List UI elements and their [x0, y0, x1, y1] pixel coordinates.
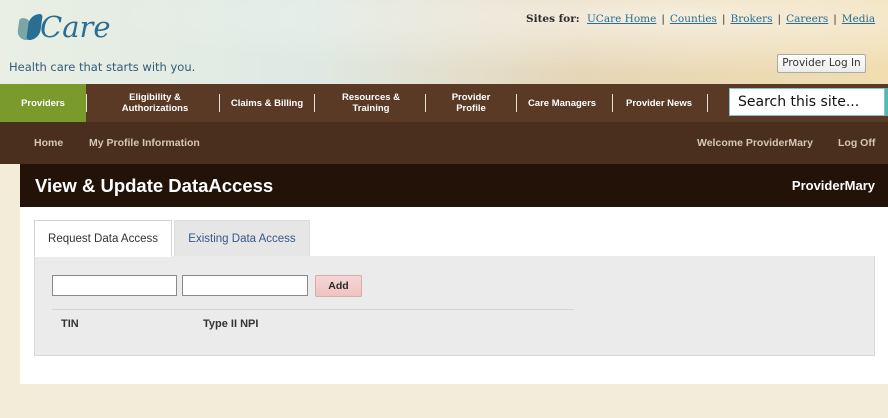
nav-providers[interactable]: Providers: [0, 84, 86, 122]
ucare-logo[interactable]: Care: [16, 10, 111, 44]
column-header-npi: Type II NPI: [203, 318, 259, 330]
user-name: ProviderMary: [791, 178, 875, 193]
link-media[interactable]: Media: [842, 13, 875, 25]
link-counties[interactable]: Counties: [670, 13, 717, 25]
nav-provider-profile[interactable]: Provider Profile: [436, 84, 506, 122]
nav-eligibility[interactable]: Eligibility & Authorizations: [100, 84, 210, 122]
welcome-text: Welcome ProviderMary: [697, 137, 813, 149]
form-divider: [52, 309, 574, 310]
nav-care-managers[interactable]: Care Managers: [526, 84, 598, 122]
sub-nav: Home My Profile Information Welcome Prov…: [0, 122, 888, 164]
subnav-my-profile[interactable]: My Profile Information: [89, 137, 200, 149]
subnav-home[interactable]: Home: [34, 137, 63, 149]
provider-login-button[interactable]: Provider Log In: [777, 54, 866, 73]
tab-existing-data-access[interactable]: Existing Data Access: [174, 220, 310, 257]
logo-mark-icon: [16, 12, 43, 40]
logo-text: Care: [40, 10, 111, 44]
tagline: Health care that starts with you.: [9, 60, 196, 74]
npi-input[interactable]: [182, 275, 308, 296]
nav-claims[interactable]: Claims & Billing: [230, 84, 304, 122]
tin-input[interactable]: [52, 275, 177, 296]
page-title: View & Update DataAccess: [35, 175, 274, 196]
tab-request-data-access[interactable]: Request Data Access: [34, 220, 172, 257]
log-off-link[interactable]: Log Off: [838, 137, 875, 149]
request-panel: [34, 256, 875, 356]
link-careers[interactable]: Careers: [786, 13, 828, 25]
sites-for-label: Sites for:: [526, 13, 580, 25]
search-input[interactable]: Search this site...: [729, 88, 885, 116]
nav-provider-news[interactable]: Provider News: [622, 84, 696, 122]
nav-resources[interactable]: Resources & Training: [328, 84, 414, 122]
column-header-tin: TIN: [61, 318, 79, 330]
add-button[interactable]: Add: [315, 275, 362, 297]
link-ucare-home[interactable]: UCare Home: [587, 13, 656, 25]
sites-for-bar: Sites for: UCare Home | Counties | Brokers | C…: [526, 13, 876, 25]
link-brokers[interactable]: Brokers: [730, 13, 772, 25]
